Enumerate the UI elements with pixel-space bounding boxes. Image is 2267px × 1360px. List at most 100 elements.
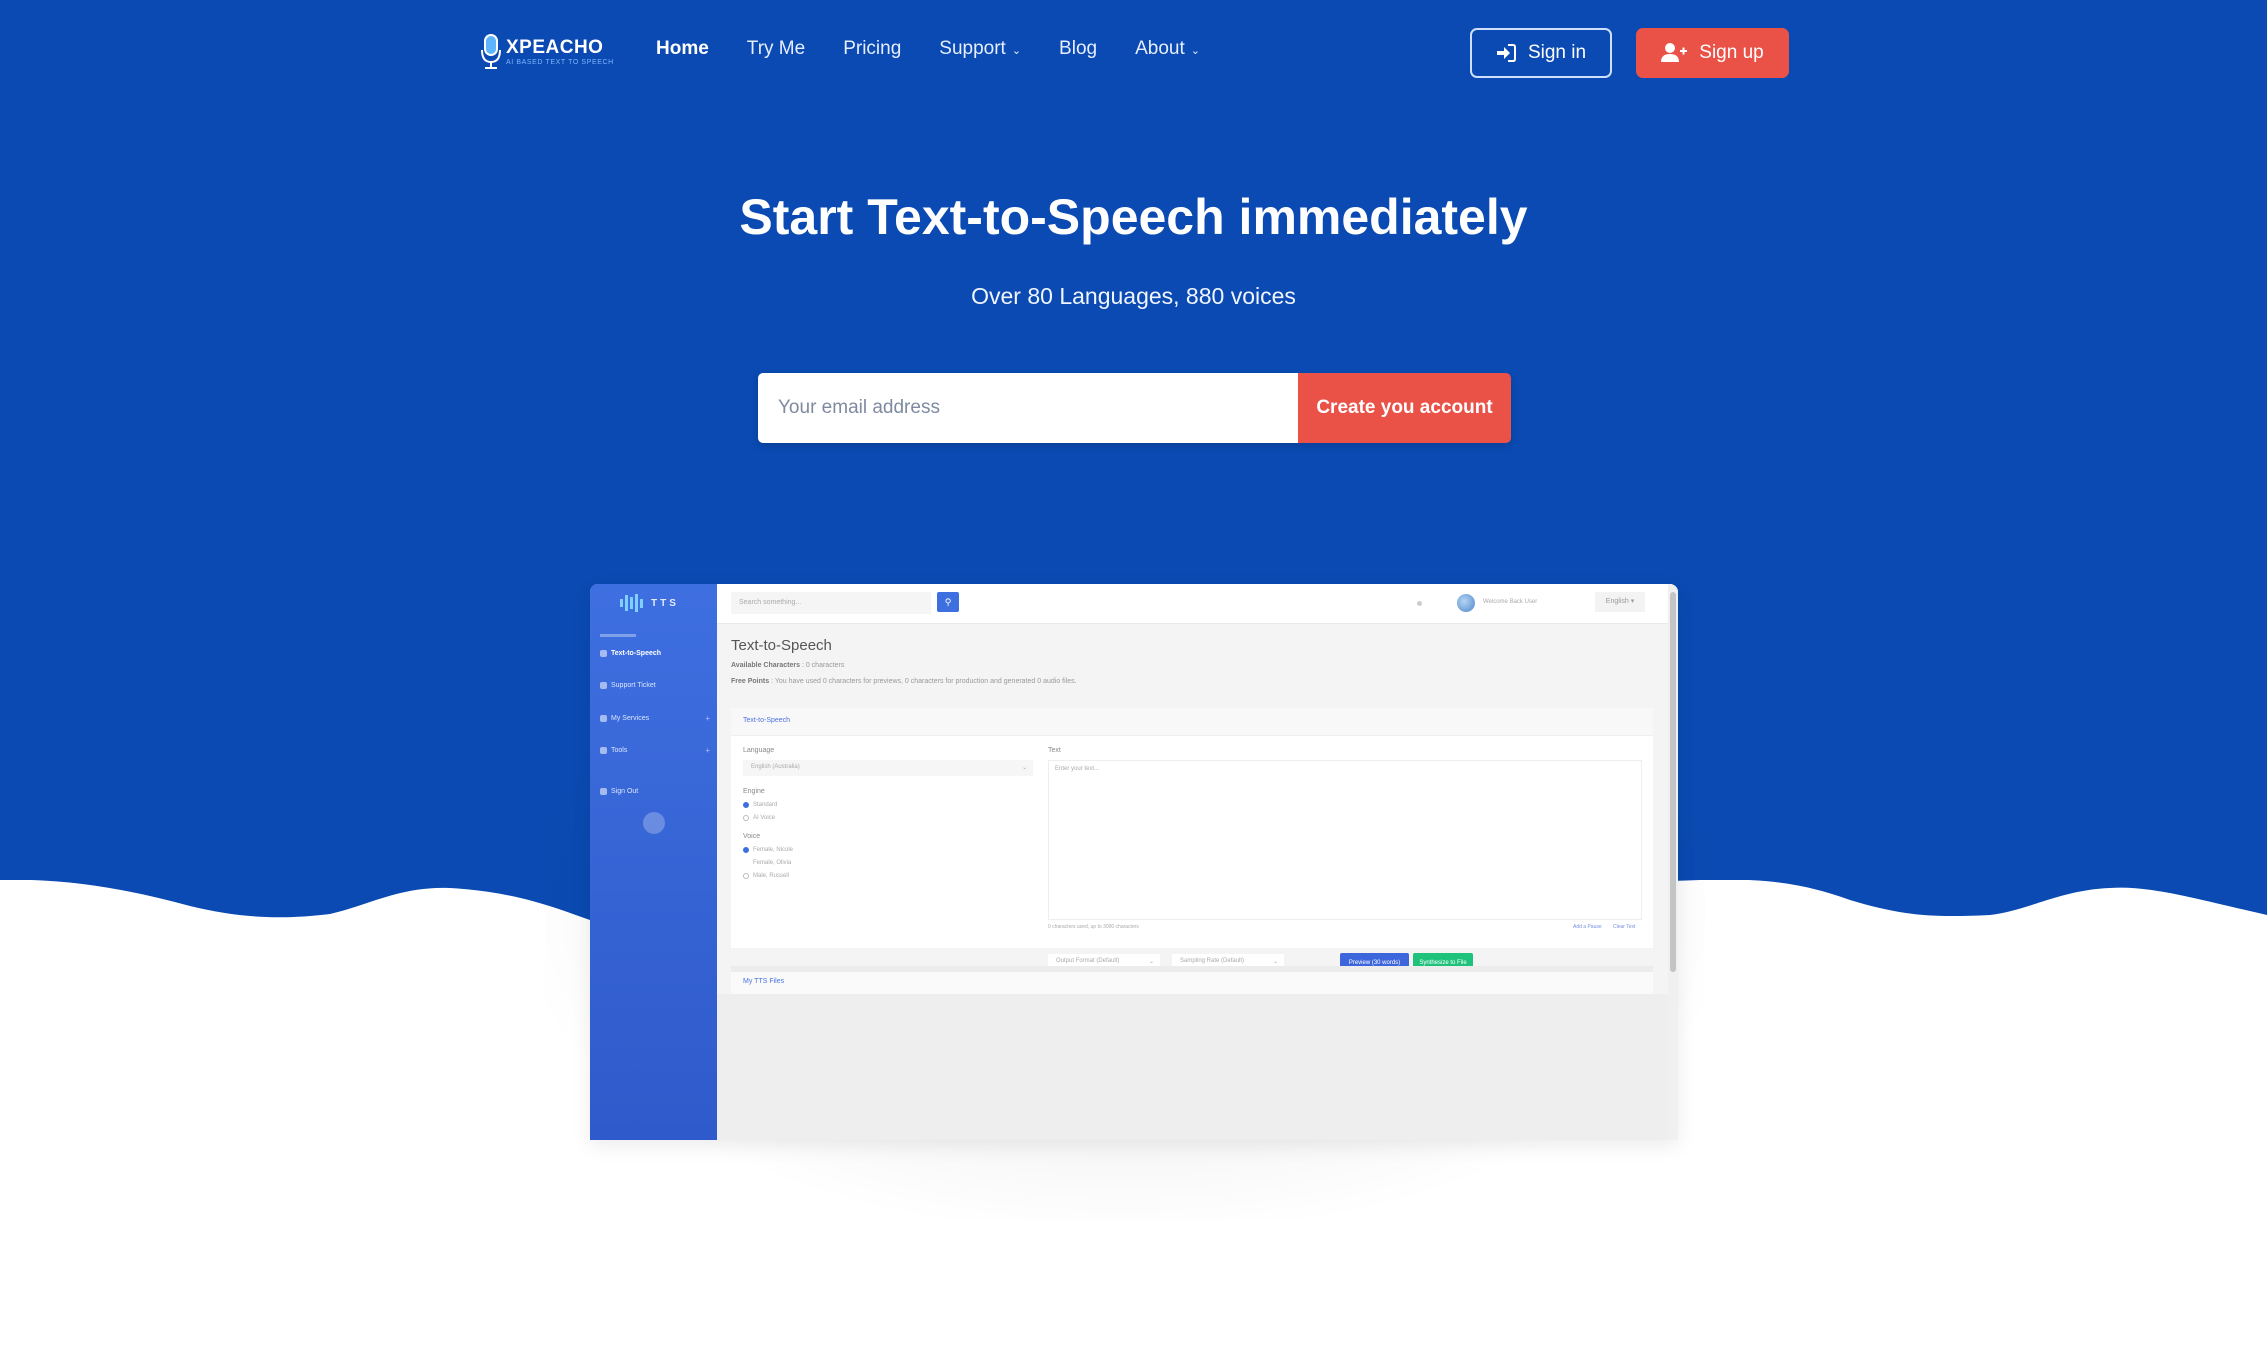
preview-available-characters: Available Characters : 0 characters — [731, 662, 845, 669]
tool-icon — [600, 747, 607, 754]
preview-radio-label: AI Voice — [753, 815, 776, 821]
preview-text-label: Text — [1048, 747, 1061, 754]
preview-page-title: Text-to-Speech — [731, 637, 832, 654]
preview-sidebar-item-signout: Sign Out — [600, 788, 710, 795]
chevron-down-icon: ⌄ — [1011, 44, 1022, 57]
chevron-down-icon: ⌄ — [1190, 44, 1200, 57]
sign-in-icon — [1496, 44, 1516, 62]
notification-icon — [1417, 601, 1422, 606]
hero-subtitle: Over 80 Languages, 880 voices — [971, 283, 1296, 309]
preview-radio-label: Female, Nicole — [753, 847, 794, 853]
collapse-sidebar-icon — [643, 812, 665, 834]
microphone-icon — [481, 34, 501, 69]
sign-up-button[interactable]: Sign up — [1636, 28, 1789, 78]
preview-meta-value: You have used 0 characters for previews,… — [774, 678, 1077, 685]
nav-about-label: About — [1135, 38, 1185, 59]
sign-in-button[interactable]: Sign in — [1470, 28, 1612, 78]
nav-links: Home Try Me Pricing Support ⌄ Blog About ⌄ — [656, 38, 1238, 60]
email-input[interactable] — [758, 373, 1298, 443]
avatar — [1457, 594, 1475, 612]
radio-selected-icon — [743, 847, 749, 853]
preview-select-value: English (Australia) — [751, 764, 800, 770]
top-navigation: XPEACHO AI BASED TEXT TO SPEECH Home Try… — [0, 0, 2267, 105]
preview-language-select: English (Australia) ⌄ — [743, 760, 1033, 776]
preview-files-card: My TTS Files — [731, 966, 1653, 994]
sign-in-label: Sign in — [1527, 42, 1587, 63]
preview-engine-ai: AI Voice — [743, 815, 775, 821]
chevron-down-icon: ⌄ — [1021, 765, 1027, 771]
preview-meta-label: Free Points — [731, 678, 770, 685]
preview-topbar: Search something... ⚲ Welcome Back User … — [717, 584, 1668, 624]
preview-sidebar-label: Support Ticket — [611, 682, 656, 689]
preview-sidebar-item-tools: Tools + — [600, 746, 710, 755]
sound-wave-icon — [620, 594, 643, 612]
preview-card-footer — [731, 944, 1653, 948]
nav-home[interactable]: Home — [656, 38, 709, 60]
preview-engine-label: Engine — [743, 788, 765, 795]
preview-card-title: Text-to-Speech — [731, 708, 1653, 736]
preview-char-hint: 0 characters used, up to 3000 characters — [1048, 924, 1139, 930]
preview-voice-option: Female, Olivia — [743, 860, 791, 866]
preview-scrollbar-thumb — [1670, 592, 1676, 972]
search-icon: ⚲ — [937, 592, 959, 612]
brand-logo[interactable]: XPEACHO AI BASED TEXT TO SPEECH — [480, 33, 614, 71]
user-plus-icon — [1661, 43, 1688, 62]
preview-text-area: Enter your text... — [1048, 760, 1642, 920]
preview-sidebar-label: Text-to-Speech — [611, 650, 662, 657]
mic-icon — [600, 650, 607, 657]
nav-blog[interactable]: Blog — [1059, 38, 1097, 60]
preview-files-title: My TTS Files — [743, 978, 785, 985]
preview-free-points: Free Points : You have used 0 characters… — [731, 678, 1077, 685]
chevron-down-icon: ⌄ — [1272, 959, 1278, 965]
preview-voice-option: Male, Russell — [743, 873, 789, 879]
create-account-button[interactable]: Create you account — [1298, 373, 1511, 443]
radio-icon — [743, 873, 749, 879]
preview-meta-value: 0 characters — [805, 662, 845, 669]
preview-radio-label: Standard — [753, 802, 778, 808]
radio-icon — [743, 815, 749, 821]
preview-user-name: Welcome Back User — [1483, 599, 1538, 605]
preview-select-value: Sampling Rate (Default) — [1180, 958, 1245, 964]
preview-radio-label: Male, Russell — [753, 873, 790, 879]
preview-sidebar: TTS Text-to-Speech Support Ticket My Ser… — [590, 584, 717, 1140]
preview-sidebar-item-tts: Text-to-Speech — [600, 650, 710, 657]
nav-home-label: Home — [656, 38, 709, 59]
nav-try-me[interactable]: Try Me — [747, 38, 805, 60]
expand-icon: + — [705, 714, 710, 723]
preview-meta-label: Available Characters — [731, 662, 800, 669]
preview-select-value: Output Format (Default) — [1056, 958, 1120, 964]
sidebar-section-label — [600, 634, 636, 637]
sign-up-label: Sign up — [1699, 42, 1764, 63]
nav-pricing-label: Pricing — [843, 38, 902, 59]
radio-selected-icon — [743, 802, 749, 808]
preview-voice-option: Female, Nicole — [743, 847, 793, 853]
nav-support-label: Support — [939, 38, 1006, 59]
preview-scrollbar — [1668, 584, 1678, 1140]
preview-sidebar-item-support: Support Ticket — [600, 682, 710, 689]
nav-try-me-label: Try Me — [746, 38, 806, 59]
preview-language-label: English — [1605, 598, 1629, 605]
chevron-down-icon: ⌄ — [1148, 959, 1154, 965]
preview-lower-area — [717, 994, 1668, 1140]
preview-clear-text-link: Clear Text — [1613, 924, 1636, 930]
preview-language-label: Language — [743, 747, 775, 754]
nav-pricing[interactable]: Pricing — [843, 38, 901, 60]
radio-icon — [743, 860, 749, 866]
nav-blog-label: Blog — [1059, 38, 1098, 59]
preview-language-selector: English ▾ — [1595, 592, 1645, 612]
ticket-icon — [600, 682, 607, 689]
preview-search-input: Search something... — [731, 592, 931, 614]
preview-voice-label: Voice — [743, 833, 761, 840]
expand-icon: + — [705, 746, 710, 755]
power-icon — [600, 788, 607, 795]
nav-support[interactable]: Support ⌄ — [939, 38, 1021, 60]
nav-about[interactable]: About ⌄ — [1135, 38, 1200, 60]
preview-sidebar-label: My Services — [611, 715, 650, 722]
preview-sidebar-label: Sign Out — [611, 788, 639, 795]
preview-logo-text: TTS — [651, 597, 679, 609]
list-icon — [600, 715, 607, 722]
hero-title: Start Text-to-Speech immediately — [739, 189, 1528, 245]
brand-tagline: AI BASED TEXT TO SPEECH — [506, 59, 614, 66]
preview-add-pause-link: Add a Pause — [1573, 924, 1602, 930]
preview-tts-card: Text-to-Speech Language English (Austral… — [731, 708, 1653, 948]
